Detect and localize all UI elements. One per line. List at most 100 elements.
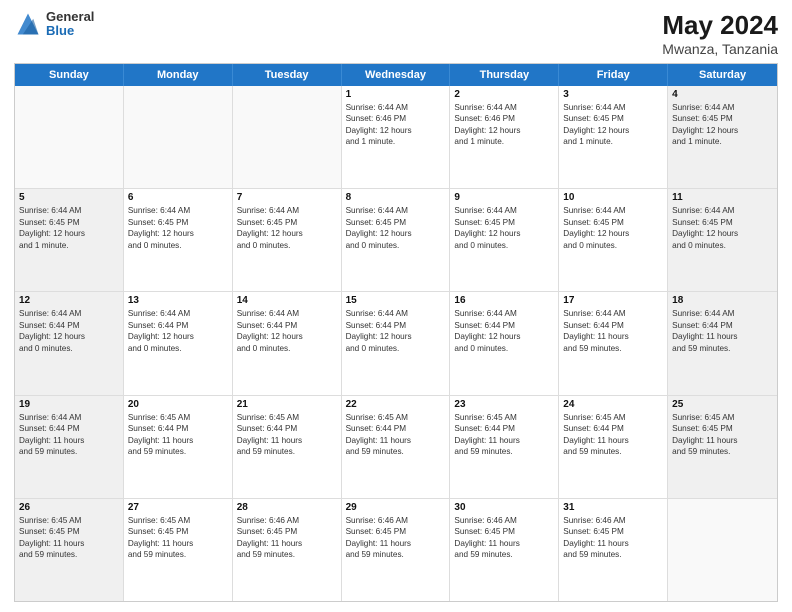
empty-cell	[124, 86, 233, 188]
day-cell-21: 21 Sunrise: 6:45 AMSunset: 6:44 PMDayligh…	[233, 396, 342, 498]
day-cell-2: 2 Sunrise: 6:44 AMSunset: 6:46 PMDaylight…	[450, 86, 559, 188]
header-day-sunday: Sunday	[15, 64, 124, 86]
day-info: Sunrise: 6:44 AMSunset: 6:45 PMDaylight:…	[563, 205, 663, 251]
day-number: 28	[237, 502, 337, 513]
header-day-tuesday: Tuesday	[233, 64, 342, 86]
empty-cell	[233, 86, 342, 188]
header-day-wednesday: Wednesday	[342, 64, 451, 86]
day-cell-12: 12Sunrise: 6:44 AMSunset: 6:44 PMDayligh…	[15, 292, 124, 394]
day-info: Sunrise: 6:44 AMSunset: 6:46 PMDaylight:…	[346, 102, 446, 148]
day-cell-22: 22 Sunrise: 6:45 AMSunset: 6:44 PMDayligh…	[342, 396, 451, 498]
day-cell-25: 25 Sunrise: 6:45 AMSunset: 6:45 PMDayligh…	[668, 396, 777, 498]
day-info: Sunrise: 6:46 AMSunset: 6:45 PMDaylight:…	[454, 515, 554, 561]
day-cell-17: 17 Sunrise: 6:44 AMSunset: 6:44 PMDayligh…	[559, 292, 668, 394]
header-day-monday: Monday	[124, 64, 233, 86]
day-cell-3: 3Sunrise: 6:44 AMSunset: 6:45 PMDaylight…	[559, 86, 668, 188]
day-cell-6: 6 Sunrise: 6:44 AMSunset: 6:45 PMDaylight…	[124, 189, 233, 291]
logo-general: General	[46, 10, 94, 24]
day-number: 26	[19, 502, 119, 513]
day-info: Sunrise: 6:44 AMSunset: 6:46 PMDaylight:…	[454, 102, 554, 148]
day-info: Sunrise: 6:44 AMSunset: 6:45 PMDaylight:…	[672, 102, 773, 148]
day-info: Sunrise: 6:45 AMSunset: 6:44 PMDaylight:…	[346, 412, 446, 458]
day-info: Sunrise: 6:44 AMSunset: 6:44 PMDaylight:…	[19, 412, 119, 458]
day-number: 17	[563, 295, 663, 306]
day-number: 7	[237, 192, 337, 203]
day-info: Sunrise: 6:45 AMSunset: 6:44 PMDaylight:…	[128, 412, 228, 458]
day-number: 9	[454, 192, 554, 203]
day-info: Sunrise: 6:44 AMSunset: 6:44 PMDaylight:…	[237, 308, 337, 354]
empty-cell	[668, 499, 777, 601]
day-number: 22	[346, 399, 446, 410]
empty-cell	[15, 86, 124, 188]
day-info: Sunrise: 6:45 AMSunset: 6:45 PMDaylight:…	[19, 515, 119, 561]
day-cell-8: 8 Sunrise: 6:44 AMSunset: 6:45 PMDaylight…	[342, 189, 451, 291]
day-info: Sunrise: 6:45 AMSunset: 6:44 PMDaylight:…	[237, 412, 337, 458]
logo-icon	[14, 10, 42, 38]
day-number: 25	[672, 399, 773, 410]
title-block: May 2024 Mwanza, Tanzania	[662, 10, 778, 57]
week-row-1: 1 Sunrise: 6:44 AMSunset: 6:46 PMDaylight…	[15, 86, 777, 189]
day-cell-5: 5 Sunrise: 6:44 AMSunset: 6:45 PMDaylight…	[15, 189, 124, 291]
day-number: 5	[19, 192, 119, 203]
week-row-2: 5 Sunrise: 6:44 AMSunset: 6:45 PMDaylight…	[15, 189, 777, 292]
day-info: Sunrise: 6:44 AMSunset: 6:44 PMDaylight:…	[563, 308, 663, 354]
day-cell-13: 13 Sunrise: 6:44 AMSunset: 6:44 PMDayligh…	[124, 292, 233, 394]
day-number: 24	[563, 399, 663, 410]
day-info: Sunrise: 6:45 AMSunset: 6:45 PMDaylight:…	[672, 412, 773, 458]
header: General Blue May 2024 Mwanza, Tanzania	[14, 10, 778, 57]
day-info: Sunrise: 6:45 AMSunset: 6:44 PMDaylight:…	[454, 412, 554, 458]
day-number: 2	[454, 89, 554, 100]
day-number: 4	[672, 89, 773, 100]
day-number: 27	[128, 502, 228, 513]
week-row-4: 19Sunrise: 6:44 AMSunset: 6:44 PMDayligh…	[15, 396, 777, 499]
week-row-5: 26 Sunrise: 6:45 AMSunset: 6:45 PMDayligh…	[15, 499, 777, 601]
day-info: Sunrise: 6:46 AMSunset: 6:45 PMDaylight:…	[563, 515, 663, 561]
calendar-header: SundayMondayTuesdayWednesdayThursdayFrid…	[15, 64, 777, 86]
day-cell-31: 31Sunrise: 6:46 AMSunset: 6:45 PMDayligh…	[559, 499, 668, 601]
day-cell-9: 9 Sunrise: 6:44 AMSunset: 6:45 PMDaylight…	[450, 189, 559, 291]
day-info: Sunrise: 6:44 AMSunset: 6:45 PMDaylight:…	[672, 205, 773, 251]
day-number: 15	[346, 295, 446, 306]
day-number: 14	[237, 295, 337, 306]
day-number: 29	[346, 502, 446, 513]
day-cell-15: 15Sunrise: 6:44 AMSunset: 6:44 PMDayligh…	[342, 292, 451, 394]
day-cell-19: 19Sunrise: 6:44 AMSunset: 6:44 PMDayligh…	[15, 396, 124, 498]
day-info: Sunrise: 6:44 AMSunset: 6:45 PMDaylight:…	[19, 205, 119, 251]
day-number: 21	[237, 399, 337, 410]
day-cell-29: 29 Sunrise: 6:46 AMSunset: 6:45 PMDayligh…	[342, 499, 451, 601]
header-day-friday: Friday	[559, 64, 668, 86]
day-cell-11: 11 Sunrise: 6:44 AMSunset: 6:45 PMDayligh…	[668, 189, 777, 291]
day-info: Sunrise: 6:46 AMSunset: 6:45 PMDaylight:…	[346, 515, 446, 561]
day-cell-7: 7Sunrise: 6:44 AMSunset: 6:45 PMDaylight…	[233, 189, 342, 291]
day-cell-14: 14 Sunrise: 6:44 AMSunset: 6:44 PMDayligh…	[233, 292, 342, 394]
day-cell-24: 24Sunrise: 6:45 AMSunset: 6:44 PMDayligh…	[559, 396, 668, 498]
day-number: 8	[346, 192, 446, 203]
day-cell-4: 4 Sunrise: 6:44 AMSunset: 6:45 PMDaylight…	[668, 86, 777, 188]
month-year-title: May 2024	[662, 10, 778, 41]
day-info: Sunrise: 6:44 AMSunset: 6:44 PMDaylight:…	[128, 308, 228, 354]
day-info: Sunrise: 6:44 AMSunset: 6:44 PMDaylight:…	[19, 308, 119, 354]
day-cell-26: 26 Sunrise: 6:45 AMSunset: 6:45 PMDayligh…	[15, 499, 124, 601]
day-cell-1: 1 Sunrise: 6:44 AMSunset: 6:46 PMDaylight…	[342, 86, 451, 188]
location-subtitle: Mwanza, Tanzania	[662, 41, 778, 57]
day-number: 1	[346, 89, 446, 100]
day-number: 13	[128, 295, 228, 306]
logo-text: General Blue	[46, 10, 94, 39]
day-cell-20: 20 Sunrise: 6:45 AMSunset: 6:44 PMDayligh…	[124, 396, 233, 498]
day-cell-16: 16Sunrise: 6:44 AMSunset: 6:44 PMDayligh…	[450, 292, 559, 394]
day-number: 11	[672, 192, 773, 203]
day-info: Sunrise: 6:44 AMSunset: 6:45 PMDaylight:…	[454, 205, 554, 251]
day-cell-27: 27Sunrise: 6:45 AMSunset: 6:45 PMDayligh…	[124, 499, 233, 601]
day-info: Sunrise: 6:44 AMSunset: 6:45 PMDaylight:…	[563, 102, 663, 148]
day-cell-28: 28Sunrise: 6:46 AMSunset: 6:45 PMDayligh…	[233, 499, 342, 601]
day-info: Sunrise: 6:44 AMSunset: 6:45 PMDaylight:…	[346, 205, 446, 251]
day-info: Sunrise: 6:44 AMSunset: 6:44 PMDaylight:…	[672, 308, 773, 354]
day-number: 20	[128, 399, 228, 410]
day-number: 10	[563, 192, 663, 203]
day-cell-10: 10 Sunrise: 6:44 AMSunset: 6:45 PMDayligh…	[559, 189, 668, 291]
day-cell-18: 18Sunrise: 6:44 AMSunset: 6:44 PMDayligh…	[668, 292, 777, 394]
day-info: Sunrise: 6:44 AMSunset: 6:45 PMDaylight:…	[128, 205, 228, 251]
day-number: 6	[128, 192, 228, 203]
logo: General Blue	[14, 10, 94, 39]
page: General Blue May 2024 Mwanza, Tanzania S…	[0, 0, 792, 612]
